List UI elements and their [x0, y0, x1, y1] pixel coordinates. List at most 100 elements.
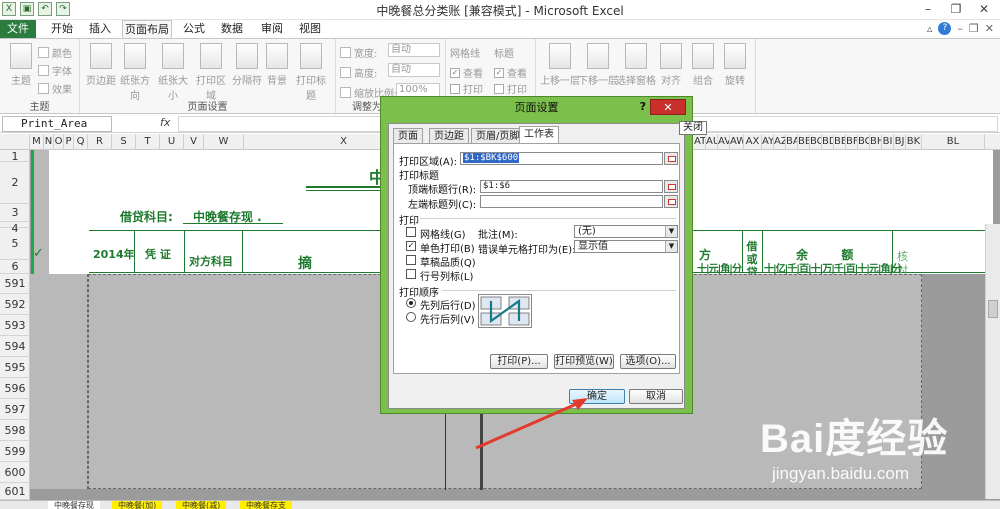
column-header[interactable]: AZ: [774, 134, 786, 150]
print-area-button[interactable]: 打印区域: [192, 43, 230, 102]
row-header[interactable]: 1: [0, 150, 30, 163]
width-combo[interactable]: 自动: [388, 43, 440, 57]
row-header[interactable]: 599: [0, 441, 30, 462]
minimize-button[interactable]: –: [914, 0, 942, 18]
themes-button[interactable]: 主题: [2, 43, 40, 87]
column-header[interactable]: S: [112, 134, 136, 150]
send-backward-button[interactable]: 下移一层: [578, 43, 618, 87]
fonts-button[interactable]: 字体: [38, 63, 72, 78]
ribbon-close-icon[interactable]: ✕: [985, 22, 994, 35]
colors-button[interactable]: 颜色: [38, 45, 72, 60]
tab-review[interactable]: 审阅: [254, 20, 290, 38]
print-button[interactable]: 打印(P)...: [490, 354, 548, 369]
column-header[interactable]: N: [44, 134, 54, 150]
height-combo[interactable]: 自动: [388, 63, 440, 77]
column-header[interactable]: BC: [810, 134, 822, 150]
over-then-down-radio[interactable]: [406, 312, 416, 322]
effects-button[interactable]: 效果: [38, 81, 72, 96]
row-header[interactable]: 591: [0, 274, 30, 294]
tab-sheet[interactable]: 工作表: [519, 126, 559, 144]
row-header[interactable]: 3: [0, 204, 30, 222]
group-button[interactable]: 组合: [686, 43, 720, 87]
sheet-tab[interactable]: 中晚餐存支: [240, 501, 292, 509]
headings-view-check[interactable]: ✓ 查看: [494, 65, 527, 80]
left-cols-input[interactable]: [480, 195, 663, 208]
sheet-tab[interactable]: 中晚餐存现: [48, 501, 100, 509]
mono-checkbox[interactable]: ✓: [406, 241, 416, 251]
column-header[interactable]: BL: [922, 134, 985, 150]
name-box[interactable]: Print_Area: [2, 116, 112, 132]
gridlines-checkbox[interactable]: [406, 227, 416, 237]
selection-pane-button[interactable]: 选择窗格: [616, 43, 656, 87]
tab-page[interactable]: 页面: [393, 128, 423, 144]
column-header[interactable]: AW: [730, 134, 744, 150]
column-header[interactable]: O: [54, 134, 64, 150]
column-header[interactable]: BJ: [894, 134, 906, 150]
column-header[interactable]: BA: [786, 134, 798, 150]
tab-home[interactable]: 开始: [44, 20, 80, 38]
row-header[interactable]: 2: [0, 162, 30, 204]
column-header[interactable]: W: [204, 134, 244, 150]
column-header[interactable]: M: [30, 134, 44, 150]
options-button[interactable]: 选项(O)...: [620, 354, 676, 369]
tab-margins[interactable]: 页边距: [429, 128, 469, 144]
column-header[interactable]: AT: [694, 134, 706, 150]
tab-data[interactable]: 数据: [214, 20, 250, 38]
column-header[interactable]: BH: [870, 134, 882, 150]
column-header[interactable]: BE: [834, 134, 846, 150]
help-icon[interactable]: ?: [938, 22, 952, 35]
rotate-button[interactable]: 旋转: [718, 43, 752, 87]
orientation-button[interactable]: 纸张方向: [116, 43, 154, 102]
tab-page-layout[interactable]: 页面布局: [122, 20, 172, 38]
column-header[interactable]: BD: [822, 134, 834, 150]
column-header[interactable]: U: [160, 134, 184, 150]
row-header[interactable]: 595: [0, 357, 30, 378]
row-header[interactable]: 6: [0, 260, 30, 274]
down-then-over-radio[interactable]: [406, 298, 416, 308]
tab-header-footer[interactable]: 页眉/页脚: [471, 128, 525, 144]
column-header[interactable]: BF: [846, 134, 858, 150]
window-close-button[interactable]: ✕: [970, 0, 998, 18]
ribbon-minimize-icon[interactable]: ▵: [927, 22, 933, 35]
tab-view[interactable]: 视图: [292, 20, 328, 38]
ribbon-restore-icon[interactable]: ❐: [969, 22, 979, 35]
headings-print-check[interactable]: 打印: [494, 81, 527, 96]
row-col-headings-checkbox[interactable]: [406, 269, 416, 279]
ribbon-min-icon[interactable]: –: [957, 22, 963, 35]
column-header[interactable]: AY: [762, 134, 774, 150]
align-button[interactable]: 对齐: [654, 43, 688, 87]
row-header[interactable]: 601: [0, 483, 30, 500]
dialog-close-button[interactable]: ✕: [650, 99, 686, 115]
print-titles-button[interactable]: 打印标题: [292, 43, 330, 102]
fx-icon[interactable]: fx: [160, 116, 170, 129]
column-header[interactable]: AV: [718, 134, 730, 150]
print-preview-button[interactable]: 打印预览(W): [554, 354, 614, 369]
ok-button[interactable]: 确定: [569, 389, 625, 404]
tab-formulas[interactable]: 公式: [176, 20, 212, 38]
select-all-corner[interactable]: [0, 134, 30, 150]
column-header[interactable]: Q: [74, 134, 88, 150]
scale-combo[interactable]: 100%: [396, 83, 440, 97]
sheet-tab[interactable]: 中晚餐(减): [176, 501, 227, 509]
sheet-tab[interactable]: 中晚餐(加): [112, 501, 163, 509]
row-header[interactable]: 593: [0, 315, 30, 336]
tab-file[interactable]: 文件: [0, 20, 36, 38]
row-header[interactable]: 594: [0, 336, 30, 357]
cancel-button[interactable]: 取消: [629, 389, 683, 404]
column-header[interactable]: V: [184, 134, 204, 150]
column-header[interactable]: AX: [744, 134, 762, 150]
column-header[interactable]: BI: [882, 134, 894, 150]
row-header[interactable]: 600: [0, 462, 30, 483]
column-header[interactable]: BG: [858, 134, 870, 150]
row-header[interactable]: 597: [0, 399, 30, 420]
top-rows-input[interactable]: $1:$6: [480, 180, 663, 193]
gridlines-print-check[interactable]: 打印: [450, 81, 483, 96]
size-button[interactable]: 纸张大小: [154, 43, 192, 102]
print-area-collapse-icon[interactable]: [664, 152, 678, 165]
bring-forward-button[interactable]: 上移一层: [540, 43, 580, 87]
column-header[interactable]: T: [136, 134, 160, 150]
scrollbar-thumb[interactable]: [988, 300, 998, 318]
comments-select[interactable]: (无) ▼: [574, 225, 678, 238]
row-header[interactable]: 596: [0, 378, 30, 399]
draft-checkbox[interactable]: [406, 255, 416, 265]
